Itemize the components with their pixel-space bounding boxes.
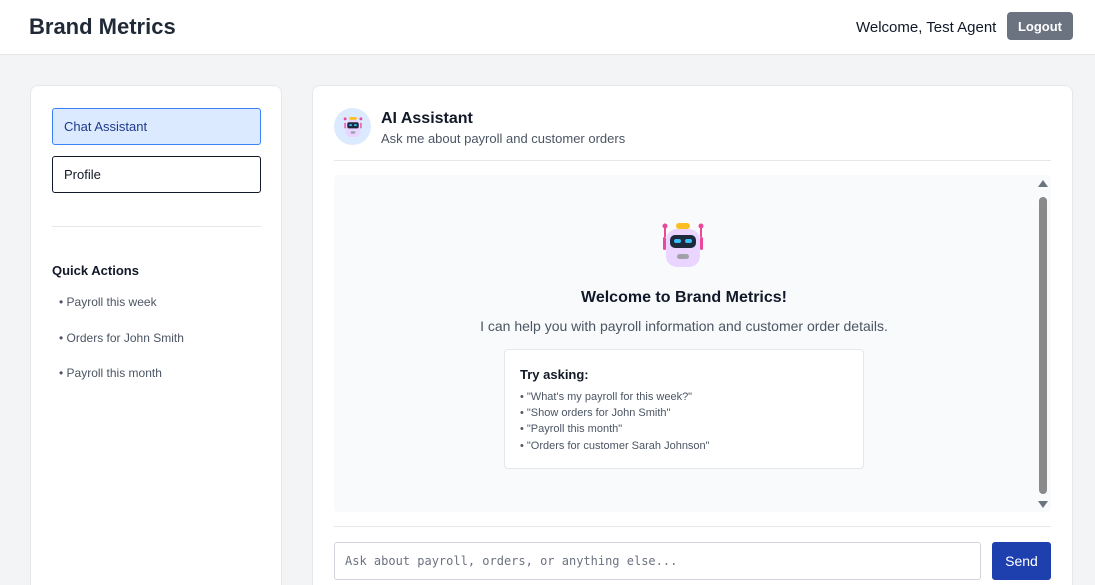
scrollbar-thumb[interactable] (1039, 197, 1047, 494)
welcome-text: Welcome, Test Agent (856, 19, 997, 36)
suggestion-item: • "Payroll this month" (520, 423, 623, 435)
chat-panel: AI Assistant Ask me about payroll and cu… (312, 85, 1073, 585)
chat-input[interactable] (334, 542, 981, 580)
scroll-down-arrow-icon[interactable] (1038, 501, 1048, 508)
sidebar-item-chat-assistant[interactable]: Chat Assistant (52, 108, 261, 145)
welcome-subtext: I can help you with payroll information … (480, 318, 888, 334)
suggestion-item: • "Show orders for John Smith" (520, 407, 671, 419)
scroll-up-arrow-icon[interactable] (1038, 180, 1048, 187)
robot-icon (662, 223, 704, 267)
chat-messages-area[interactable]: Welcome to Brand Metrics! I can help you… (334, 175, 1051, 512)
quick-action-payroll-month[interactable]: • Payroll this month (59, 366, 162, 380)
logout-button[interactable]: Logout (1007, 12, 1073, 40)
suggestion-item: • "Orders for customer Sarah Johnson" (520, 440, 710, 452)
suggestion-item: • "What's my payroll for this week?" (520, 391, 693, 403)
suggestions-title: Try asking: (520, 367, 589, 382)
top-bar: Brand Metrics Welcome, Test Agent Logout (0, 0, 1095, 55)
quick-action-payroll-week[interactable]: • Payroll this week (59, 295, 157, 309)
sidebar-item-profile[interactable]: Profile (52, 156, 261, 193)
input-divider (334, 526, 1051, 527)
sidebar: Chat Assistant Profile Quick Actions • P… (30, 85, 282, 585)
assistant-title: AI Assistant (381, 110, 473, 127)
send-button[interactable]: Send (992, 542, 1051, 580)
brand-title: Brand Metrics (29, 14, 176, 39)
assistant-avatar (334, 108, 371, 145)
header-divider (334, 160, 1051, 161)
suggestions-box: Try asking: • "What's my payroll for thi… (504, 349, 864, 469)
robot-icon (343, 116, 362, 137)
welcome-heading: Welcome to Brand Metrics! (581, 289, 787, 306)
sidebar-divider (52, 226, 261, 227)
quick-actions-title: Quick Actions (52, 263, 139, 278)
quick-action-orders-john-smith[interactable]: • Orders for John Smith (59, 331, 184, 345)
assistant-subtitle: Ask me about payroll and customer orders (381, 131, 626, 146)
